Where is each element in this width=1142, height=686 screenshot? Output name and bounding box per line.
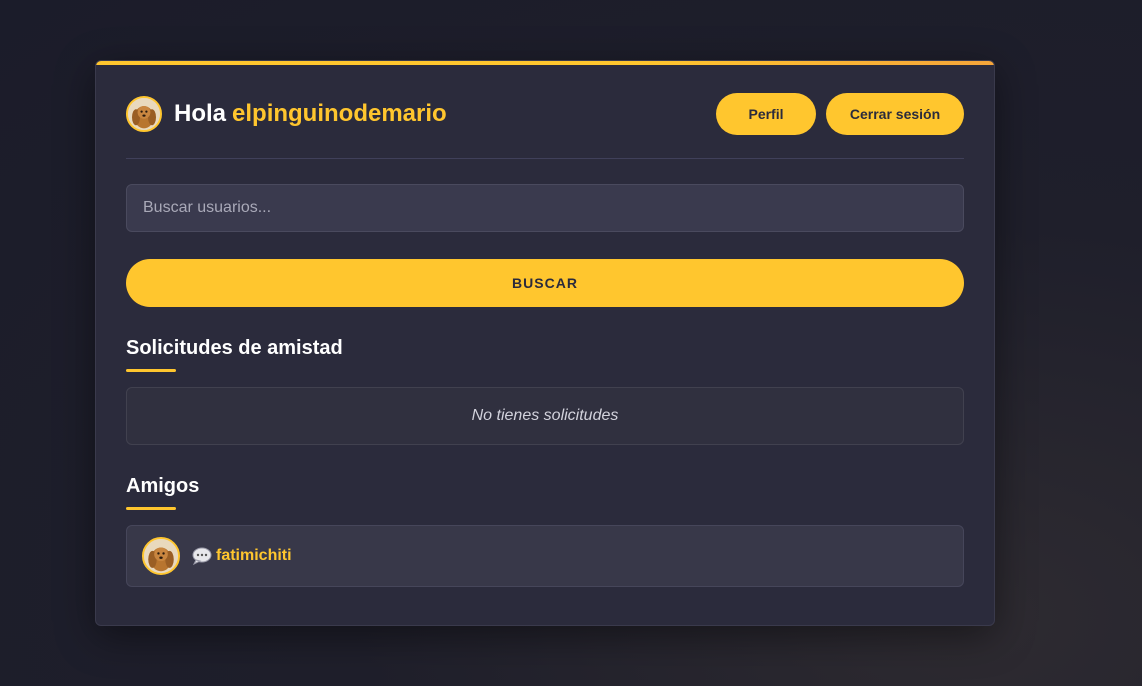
search-button[interactable]: BUSCAR: [126, 259, 964, 307]
page-title: Hola elpinguinodemario: [174, 100, 447, 128]
requests-list: No tienes solicitudes: [126, 387, 964, 445]
dog-avatar-icon: [144, 539, 178, 573]
profile-button[interactable]: Perfil: [716, 93, 816, 135]
header-divider: [126, 158, 964, 159]
friends-title-underline: [126, 507, 176, 510]
requests-title: Solicitudes de amistad: [126, 337, 343, 359]
friend-avatar: [142, 537, 180, 575]
greeting-text: Hola: [174, 100, 227, 127]
search-input[interactable]: [126, 184, 964, 232]
header: Hola elpinguinodemario Perfil Cerrar sesi…: [126, 93, 964, 135]
dog-avatar-icon: [128, 98, 160, 130]
logout-button[interactable]: Cerrar sesión: [826, 93, 964, 135]
user-greeting: Hola elpinguinodemario: [126, 96, 447, 132]
requests-empty-text: No tienes solicitudes: [471, 407, 619, 424]
friend-name[interactable]: fatimichiti: [216, 547, 292, 565]
username: elpinguinodemario: [232, 100, 447, 127]
avatar[interactable]: [126, 96, 162, 132]
requests-title-underline: [126, 369, 176, 372]
chat-bubble-icon[interactable]: [192, 547, 212, 565]
header-actions: Perfil Cerrar sesión: [716, 93, 964, 135]
dashboard-card: Hola elpinguinodemario Perfil Cerrar sesi…: [95, 60, 995, 626]
friends-title: Amigos: [126, 475, 200, 497]
list-item[interactable]: fatimichiti: [126, 525, 964, 587]
card-accent-bar: [96, 61, 994, 65]
